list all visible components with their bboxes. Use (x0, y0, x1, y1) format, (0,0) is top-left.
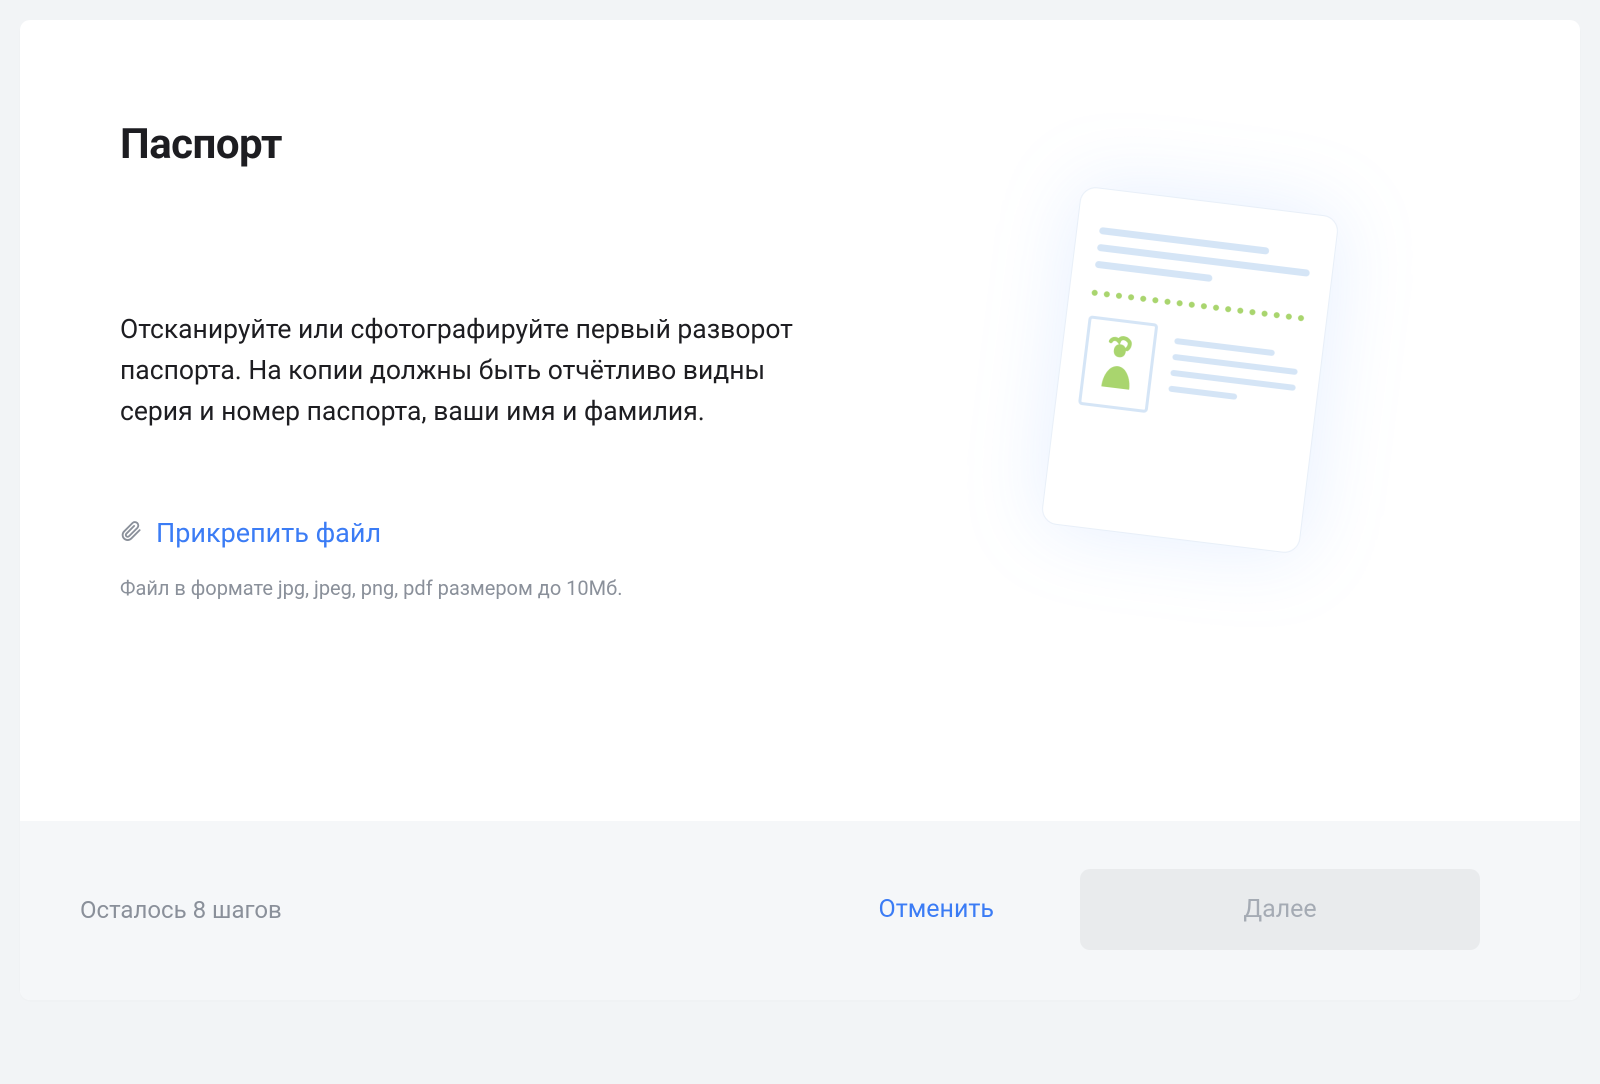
left-column: Паспорт Отсканируйте или сфотографируйте… (120, 120, 840, 821)
upload-hint-text: Файл в формате jpg, jpeg, png, pdf разме… (120, 573, 840, 603)
card-content: Паспорт Отсканируйте или сфотографируйте… (20, 20, 1580, 821)
cancel-button[interactable]: Отменить (873, 885, 1000, 934)
footer-actions: Отменить Далее (873, 869, 1480, 950)
instructions-text: Отсканируйте или сфотографируйте первый … (120, 309, 840, 432)
right-column (900, 120, 1480, 821)
next-button[interactable]: Далее (1080, 869, 1480, 950)
passport-photo-icon (1078, 315, 1158, 413)
paperclip-icon (120, 519, 142, 547)
passport-illustration (1040, 185, 1339, 554)
passport-doc-icon (1040, 185, 1339, 554)
page-title: Паспорт (120, 120, 840, 169)
steps-remaining-label: Осталось 8 шагов (80, 896, 873, 924)
attach-file-button[interactable]: Прикрепить файл (120, 517, 840, 549)
attach-file-label: Прикрепить файл (156, 517, 381, 549)
footer-bar: Осталось 8 шагов Отменить Далее (20, 821, 1580, 1000)
upload-passport-card: Паспорт Отсканируйте или сфотографируйте… (20, 20, 1580, 1000)
